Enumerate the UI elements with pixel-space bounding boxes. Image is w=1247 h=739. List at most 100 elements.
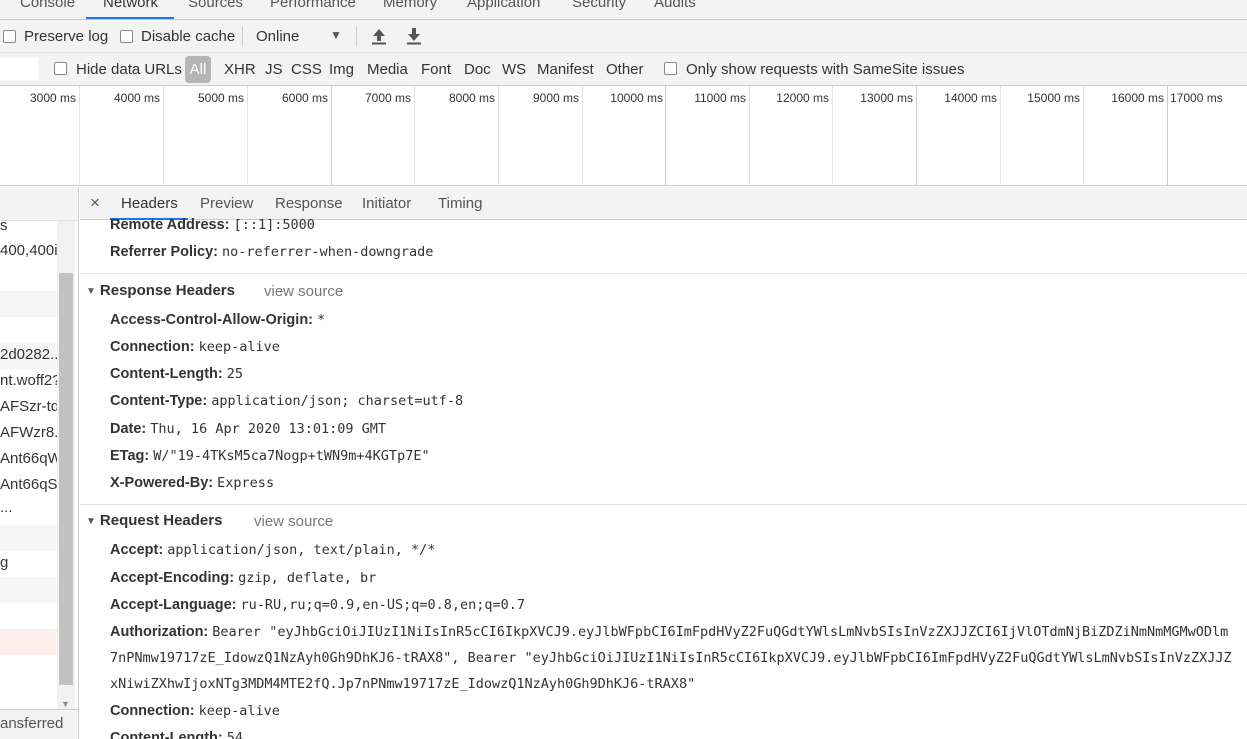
filter-type-doc[interactable]: Doc — [464, 61, 491, 78]
filter-input[interactable] — [0, 58, 38, 80]
timeline-tick-label: 14000 ms — [944, 91, 997, 105]
list-row-stripe — [0, 525, 57, 551]
timeline-gridline — [79, 86, 80, 186]
chevron-down-icon[interactable]: ▼ — [330, 28, 342, 42]
list-row-error — [0, 629, 57, 655]
header-key: Content-Length: — [110, 730, 227, 739]
header-key: Referrer Policy: — [110, 244, 223, 260]
tab-response[interactable]: Response — [275, 195, 343, 212]
header-value: no-referrer-when-downgrade — [222, 244, 434, 260]
header-value: 54 — [226, 730, 244, 739]
list-item[interactable]: Ant66qW — [0, 450, 57, 467]
header-key: Connection: — [110, 703, 199, 719]
list-item[interactable]: 2d0282.. — [0, 346, 57, 363]
header-value: W/"19-4TKsM5ca7Nogp+tWN9m+4KGTp7E" — [153, 448, 430, 464]
header-key: Authorization: — [110, 624, 213, 640]
disable-cache-label[interactable]: Disable cache — [141, 28, 235, 45]
header-value: [::1]:5000 — [233, 217, 315, 233]
tab-sources[interactable]: Sources — [188, 0, 243, 11]
header-key: X-Powered-By: — [110, 475, 218, 491]
list-item[interactable]: AFWzr8.. — [0, 424, 57, 441]
list-item[interactable]: g — [0, 554, 57, 571]
view-source-link[interactable]: view source — [264, 283, 343, 300]
network-toolbar: Preserve log Disable cache Online ▼ — [0, 20, 1247, 53]
tab-audits[interactable]: Audits — [654, 0, 696, 11]
throttling-select[interactable]: Online — [256, 28, 299, 45]
timeline-gridline — [498, 86, 499, 186]
timeline-gridline — [749, 86, 750, 186]
filter-type-all[interactable]: All — [185, 56, 211, 83]
request-headers-toggle[interactable]: ▼ Request Headers — [86, 512, 222, 529]
samesite-label[interactable]: Only show requests with SameSite issues — [686, 61, 964, 78]
status-bar: ansferred — [0, 709, 78, 739]
preserve-log-checkbox[interactable] — [3, 30, 16, 43]
tab-headers[interactable]: Headers — [121, 195, 178, 212]
tab-preview[interactable]: Preview — [200, 195, 253, 212]
disable-cache-checkbox[interactable] — [120, 30, 133, 43]
list-item[interactable]: nt.woff2? — [0, 372, 57, 389]
timeline-tick-label: 16000 ms — [1111, 91, 1164, 105]
request-list-header[interactable]: s — [0, 217, 57, 234]
scroll-down-icon[interactable]: ▼ — [61, 699, 70, 709]
filter-type-ws[interactable]: WS — [502, 61, 526, 78]
filter-type-media[interactable]: Media — [367, 61, 408, 78]
tab-security[interactable]: Security — [572, 0, 626, 11]
tab-timing[interactable]: Timing — [438, 195, 482, 212]
timeline-gridline — [1000, 86, 1001, 186]
header-value: ru-RU,ru;q=0.9,en-US;q=0.8,en;q=0.7 — [240, 597, 525, 613]
tab-initiator[interactable]: Initiator — [362, 195, 411, 212]
header-value: keep-alive — [198, 339, 280, 355]
download-arrow-icon[interactable] — [406, 27, 422, 49]
header-row: Authorization: Bearer "eyJhbGciOiJIUzI1N… — [110, 624, 1228, 640]
response-headers-toggle[interactable]: ▼ Response Headers — [86, 282, 235, 299]
triangle-down-icon: ▼ — [86, 516, 96, 527]
tab-application[interactable]: Application — [467, 0, 540, 11]
header-key: Accept-Language: — [110, 597, 241, 613]
request-list-scrollbar[interactable]: ▼ — [57, 221, 75, 711]
filter-type-font[interactable]: Font — [421, 61, 451, 78]
hide-data-urls-checkbox[interactable] — [54, 62, 67, 75]
header-row: Connection: keep-alive — [110, 703, 280, 719]
header-key: Content-Type: — [110, 393, 212, 409]
tab-performance[interactable]: Performance — [270, 0, 356, 11]
filter-type-manifest[interactable]: Manifest — [537, 61, 594, 78]
header-value: * — [317, 312, 326, 328]
header-key: Accept: — [110, 542, 168, 558]
tab-console[interactable]: Console — [20, 0, 75, 11]
filter-type-js[interactable]: JS — [265, 61, 283, 78]
list-item[interactable]: 400,400i,. — [0, 242, 57, 259]
transferred-summary: ansferred — [0, 715, 64, 732]
upload-arrow-icon[interactable] — [371, 27, 387, 49]
devtools-tab-bar: Console Network Sources Performance Memo… — [0, 0, 1247, 20]
header-key: Date: — [110, 421, 151, 437]
detail-tab-bar: × Headers Preview Response Initiator Tim… — [80, 187, 1247, 220]
filter-bar: Hide data URLs All XHR JS CSS Img Media … — [0, 53, 1247, 86]
filter-type-css[interactable]: CSS — [291, 61, 322, 78]
header-row: Accept-Language: ru-RU,ru;q=0.9,en-US;q=… — [110, 597, 525, 613]
timeline-gridline — [1167, 86, 1168, 186]
header-value: gzip, deflate, br — [238, 570, 377, 586]
close-icon[interactable]: × — [90, 193, 100, 213]
header-value: application/json, text/plain, */* — [167, 542, 436, 558]
list-item[interactable]: ... — [0, 499, 57, 516]
list-item[interactable]: Ant66qS. — [0, 476, 57, 493]
active-tab-indicator — [86, 17, 174, 19]
filter-type-img[interactable]: Img — [329, 61, 354, 78]
samesite-checkbox[interactable] — [664, 62, 677, 75]
timeline-overview[interactable]: 3000 ms 4000 ms 5000 ms 6000 ms 7000 ms … — [0, 86, 1247, 186]
list-item[interactable]: AFSzr-td — [0, 398, 57, 415]
header-key: Remote Address: — [110, 217, 234, 233]
preserve-log-label[interactable]: Preserve log — [24, 28, 108, 45]
scrollbar-thumb[interactable] — [59, 273, 73, 685]
section-divider — [80, 504, 1247, 505]
view-source-link[interactable]: view source — [254, 513, 333, 530]
header-key: Access-Control-Allow-Origin: — [110, 312, 318, 328]
tab-network[interactable]: Network — [103, 0, 158, 11]
timeline-tick-label: 9000 ms — [532, 91, 579, 105]
filter-type-xhr[interactable]: XHR — [224, 61, 256, 78]
filter-type-other[interactable]: Other — [606, 61, 644, 78]
hide-data-urls-label[interactable]: Hide data URLs — [76, 61, 182, 78]
header-row: Referrer Policy: no-referrer-when-downgr… — [110, 244, 433, 260]
header-value: Thu, 16 Apr 2020 13:01:09 GMT — [150, 421, 386, 437]
tab-memory[interactable]: Memory — [383, 0, 437, 11]
